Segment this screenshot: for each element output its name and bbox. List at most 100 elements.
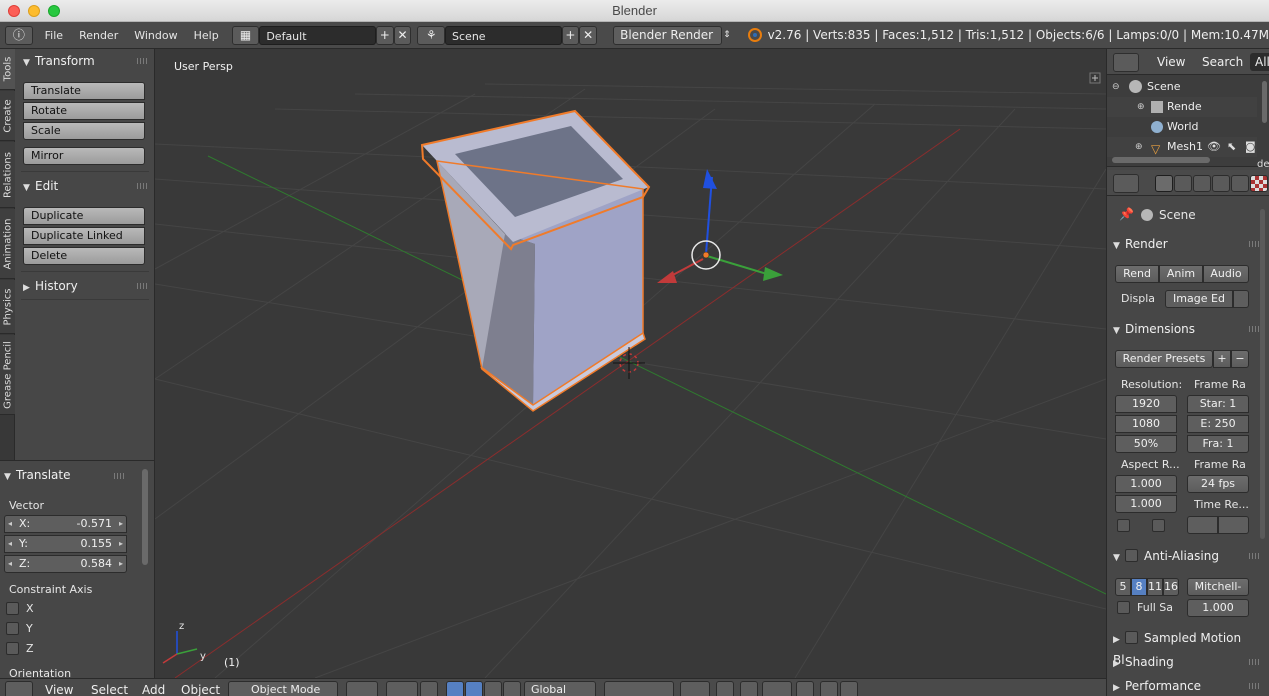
aa-samples-16[interactable]: 16 — [1163, 578, 1179, 596]
render-presets-dropdown[interactable]: Render Presets — [1115, 350, 1213, 368]
vector-z-field[interactable]: ◂ Z: 0.584 ▸ — [4, 555, 127, 573]
3d-viewport[interactable]: z y User Persp (1) — [155, 49, 1106, 678]
outliner-h-scrollbar[interactable] — [1112, 157, 1210, 163]
delete-button[interactable]: Delete — [23, 247, 145, 265]
manipulator-toggle-icon[interactable] — [420, 681, 438, 696]
border-checkbox[interactable] — [1117, 519, 1130, 532]
rotate-button[interactable]: Rotate — [23, 102, 145, 120]
motion-blur-checkbox[interactable] — [1125, 631, 1138, 644]
lock-interface-icon[interactable] — [1233, 290, 1249, 308]
decrement-arrow-icon[interactable]: ◂ — [8, 556, 12, 572]
scale-manipulator-icon[interactable] — [484, 681, 502, 696]
increment-arrow-icon[interactable]: ▸ — [119, 516, 123, 532]
decrement-arrow-icon[interactable]: ◂ — [8, 516, 12, 532]
world-context-icon[interactable] — [1212, 175, 1230, 192]
panel-render-header[interactable]: ▼ Render — [1113, 234, 1255, 254]
scene-field[interactable]: Scene — [445, 25, 562, 45]
frame-end-field[interactable]: E: 250 — [1187, 415, 1249, 433]
pin-icon[interactable]: 📌 — [1119, 207, 1134, 221]
scale-button[interactable]: Scale — [23, 122, 145, 140]
vector-y-field[interactable]: ◂ Y: 0.155 ▸ — [4, 535, 127, 553]
translate-button[interactable]: Translate — [23, 82, 145, 100]
interaction-mode-dropdown[interactable]: Object Mode — [228, 681, 338, 696]
object-context-icon[interactable] — [1231, 175, 1249, 192]
crop-checkbox[interactable] — [1152, 519, 1165, 532]
aspect-y-field[interactable]: 1.000 — [1115, 495, 1177, 513]
viewport-shading-icon[interactable] — [346, 681, 378, 696]
render-animation-button[interactable]: Anim — [1159, 265, 1203, 283]
close-window-button[interactable] — [8, 5, 20, 17]
outliner-v-scrollbar[interactable] — [1262, 81, 1267, 123]
menu-add[interactable]: Add — [142, 683, 165, 696]
menu-view[interactable]: View — [45, 683, 73, 696]
aa-samples-11[interactable]: 11 — [1147, 578, 1163, 596]
render-audio-button[interactable]: Audio — [1203, 265, 1249, 283]
menu-window[interactable]: Window — [128, 26, 183, 45]
add-preset-icon[interactable]: + — [1213, 350, 1231, 368]
aa-samples-8[interactable]: 8 — [1131, 578, 1147, 596]
manipulator-extra-icon[interactable] — [503, 681, 521, 696]
panel-sampled-motion-blur-header[interactable]: ▶ Sampled Motion Bl — [1113, 628, 1255, 667]
remove-layout-icon[interactable]: ✕ — [393, 25, 412, 45]
duplicate-linked-button[interactable]: Duplicate Linked — [23, 227, 145, 245]
x-arrow-icon[interactable] — [657, 271, 677, 283]
resolution-x-field[interactable]: 1920 — [1115, 395, 1177, 413]
constraint-y-checkbox[interactable] — [6, 622, 19, 635]
render-engine-dropdown[interactable]: Blender Render ⇕ — [613, 25, 731, 45]
outliner-row-render-layers[interactable]: ⊕ Rende — [1107, 97, 1257, 117]
aa-filter-dropdown[interactable]: Mitchell- — [1187, 578, 1249, 596]
editor-type-outliner-icon[interactable] — [1113, 53, 1139, 72]
outliner-row-world[interactable]: World — [1107, 117, 1257, 137]
snap-element-icon[interactable] — [762, 681, 792, 696]
tab-grease-pencil[interactable]: Grease Pencil — [0, 335, 15, 415]
tab-animation[interactable]: Animation — [0, 209, 15, 279]
render-context-camera-icon[interactable] — [1155, 175, 1173, 192]
add-layout-icon[interactable]: + — [375, 25, 394, 45]
panel-performance-header[interactable]: ▶ Performance — [1113, 676, 1255, 696]
frame-rate-dropdown[interactable]: 24 fps — [1187, 475, 1249, 493]
panel-grip-icon[interactable] — [137, 183, 147, 189]
z-arrow-icon[interactable] — [703, 169, 717, 189]
tab-create[interactable]: Create — [0, 91, 15, 141]
panel-grip-icon[interactable] — [1249, 553, 1259, 559]
proportional-edit-icon[interactable] — [740, 681, 758, 696]
panel-edit-header[interactable]: ▼ Edit — [23, 176, 151, 196]
menu-file[interactable]: File — [39, 26, 69, 45]
menu-render[interactable]: Render — [73, 26, 124, 45]
expand-icon[interactable]: ⊕ — [1137, 97, 1145, 117]
editor-type-info-icon[interactable]: ⓘ — [5, 25, 33, 45]
screen-layout-icon[interactable]: ▦ — [231, 25, 260, 45]
render-still-button[interactable]: Rend — [1115, 265, 1159, 283]
time-remap-old-field[interactable] — [1187, 516, 1218, 534]
editor-type-properties-icon[interactable] — [1113, 174, 1139, 193]
tab-relations[interactable]: Relations — [0, 142, 15, 208]
rotate-manipulator-icon[interactable] — [465, 681, 483, 696]
outliner-row-mesh1[interactable]: ⊕ ▽ Mesh1 👁 ⬉ ◙ — [1107, 137, 1257, 157]
transform-orientation-dropdown[interactable]: Global — [524, 681, 596, 696]
panel-grip-icon[interactable] — [137, 58, 147, 64]
outliner-menu-view[interactable]: View — [1157, 55, 1185, 69]
frame-step-field[interactable]: Fra: 1 — [1187, 435, 1249, 453]
panel-anti-aliasing-header[interactable]: ▼ Anti-Aliasing — [1113, 546, 1255, 566]
selectable-cursor-icon[interactable]: ⬉ — [1227, 137, 1236, 157]
panel-history-header[interactable]: ▶ History — [23, 276, 151, 296]
properties-scrollbar[interactable] — [1260, 209, 1265, 539]
layer-lock-icon[interactable] — [716, 681, 734, 696]
scene-icon[interactable]: ⚘ — [417, 25, 446, 45]
outliner-row-scene[interactable]: ⊖ Scene — [1107, 77, 1257, 97]
menu-select[interactable]: Select — [91, 683, 128, 696]
pivot-point-icon[interactable] — [386, 681, 418, 696]
panel-grip-icon[interactable] — [1249, 326, 1259, 332]
opengl-render-icon[interactable] — [820, 681, 838, 696]
render-layers-context-icon[interactable] — [1174, 175, 1192, 192]
renderable-camera-icon[interactable]: ◙ — [1245, 137, 1256, 157]
aa-filter-size-field[interactable]: 1.000 — [1187, 599, 1249, 617]
region-expand-icon[interactable] — [1089, 72, 1101, 84]
outliner-menu-search[interactable]: Search — [1202, 55, 1243, 69]
display-dropdown[interactable]: Image Ed — [1165, 290, 1233, 308]
snap-target-icon[interactable] — [796, 681, 814, 696]
increment-arrow-icon[interactable]: ▸ — [119, 556, 123, 572]
add-scene-icon[interactable]: + — [561, 25, 580, 45]
visibility-eye-icon[interactable]: 👁 — [1207, 137, 1221, 157]
minimize-window-button[interactable] — [28, 5, 40, 17]
